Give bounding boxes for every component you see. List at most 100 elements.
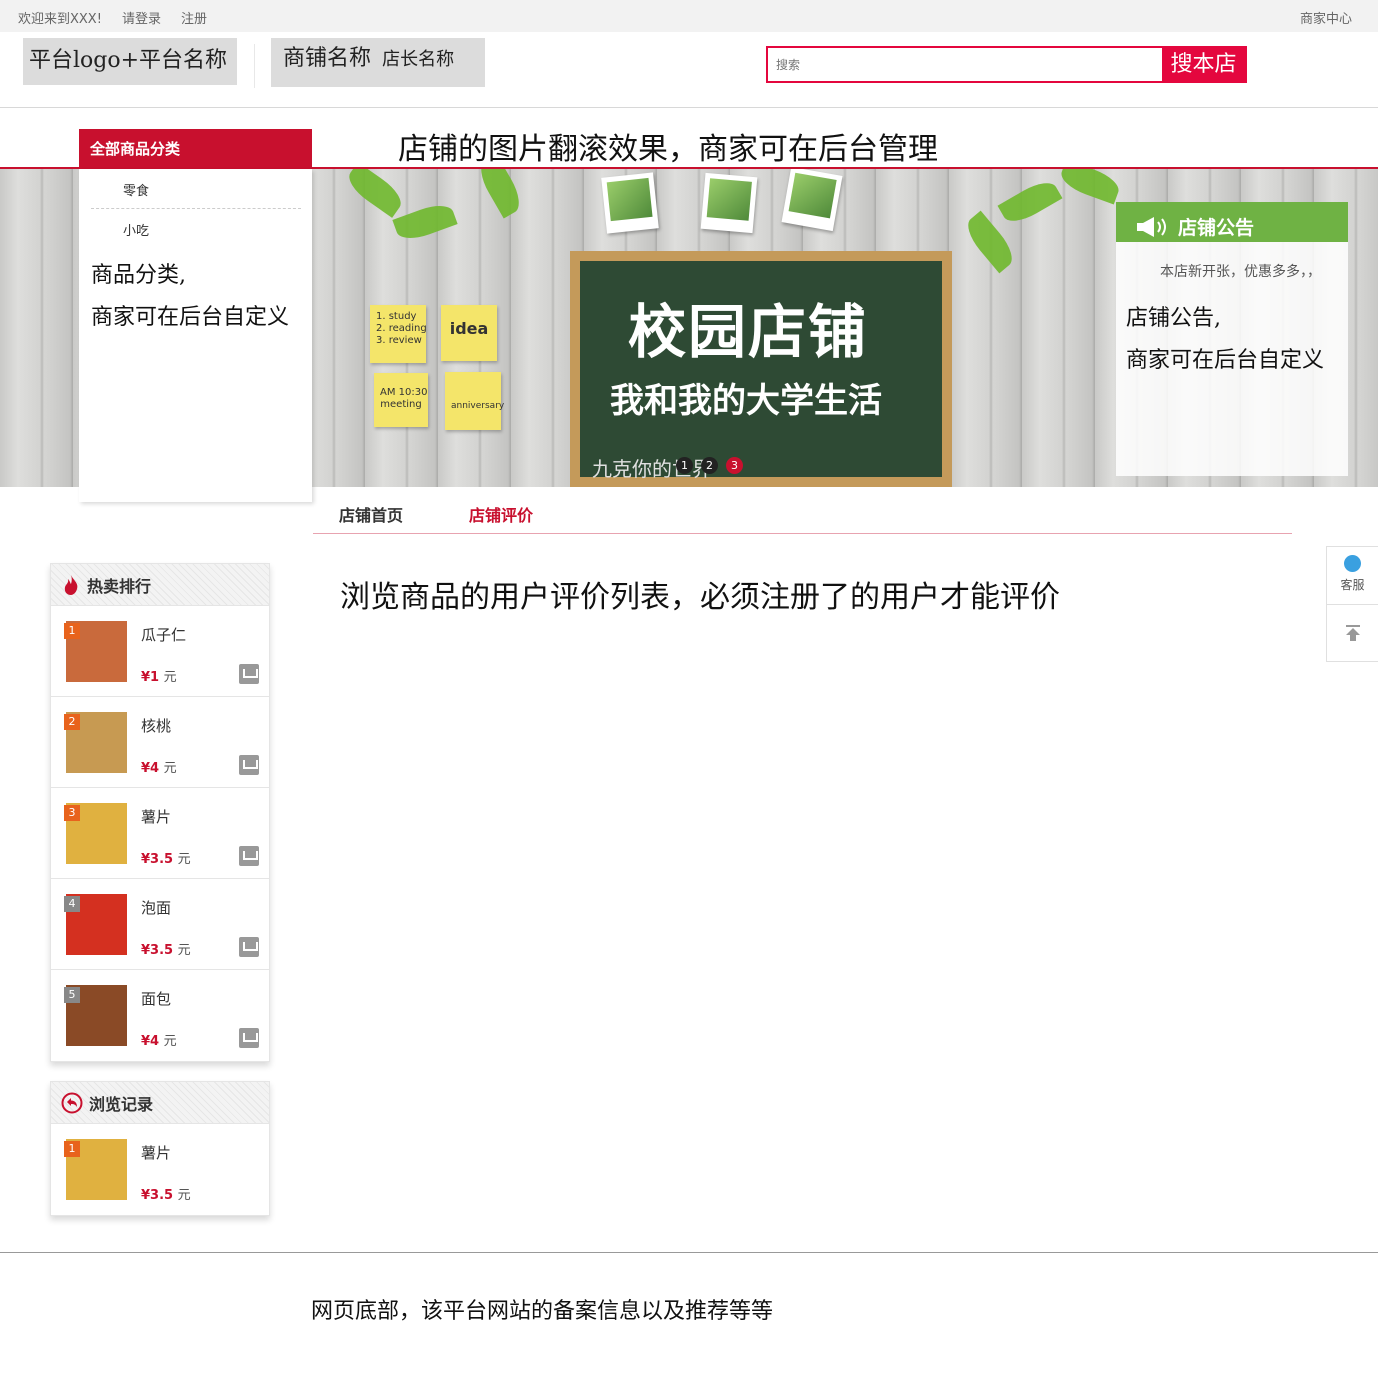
price-value: ¥1: [141, 670, 160, 685]
all-categories-header[interactable]: 全部商品分类: [79, 129, 312, 168]
browse-history-list: 1 薯片 ¥3.5 元: [51, 1124, 269, 1215]
add-to-cart-icon[interactable]: [239, 846, 259, 866]
leaf-decoration: [342, 169, 408, 218]
photo-decoration: [781, 169, 843, 232]
product-item[interactable]: 2 核桃 ¥4 元: [51, 697, 269, 788]
product-name[interactable]: 泡面: [141, 897, 171, 918]
welcome-text: 欢迎来到XXX!: [18, 12, 102, 27]
search-bar: 搜本店: [766, 46, 1247, 83]
product-name[interactable]: 薯片: [141, 1142, 171, 1163]
sticky-note: 1. study 2. reading 3. review: [370, 305, 427, 363]
product-name[interactable]: 核桃: [141, 715, 171, 736]
rank-badge: 3: [64, 805, 80, 821]
customer-service-label: 客服: [1340, 578, 1365, 592]
sticky-note: AM 10:30 meeting: [374, 373, 428, 427]
price-value: ¥3.5: [141, 852, 174, 867]
platform-logo[interactable]: 平台logo+平台名称: [23, 38, 237, 85]
top-bar: 欢迎来到XXX! 请登录 注册 商家中心: [0, 0, 1378, 32]
add-to-cart-icon[interactable]: [239, 937, 259, 957]
search-shop-button[interactable]: 搜本店: [1162, 48, 1245, 81]
product-name[interactable]: 薯片: [141, 806, 171, 827]
photo-decoration: [700, 172, 758, 234]
price-unit: 元: [177, 852, 191, 867]
hot-ranking-title: 热卖排行: [87, 576, 152, 596]
rank-badge: 1: [64, 623, 80, 639]
login-link[interactable]: 请登录: [122, 8, 161, 27]
hot-ranking-list: 1 瓜子仁 ¥1 元 2 核桃 ¥4 元 3 薯片 ¥3.5 元 4 泡面 ¥3.5 元 5 面包 ¥4 元: [51, 606, 269, 1061]
sticky-note: idea: [441, 305, 497, 361]
category-note-line: 商品分类,: [91, 263, 186, 288]
carousel-dot-active[interactable]: 3: [726, 457, 743, 474]
notice-header: 店铺公告: [1116, 202, 1348, 242]
browse-history-panel: 浏览记录 1 薯片 ¥3.5 元: [50, 1081, 270, 1216]
notice-note-line: 店铺公告,: [1126, 306, 1221, 331]
add-to-cart-icon[interactable]: [239, 755, 259, 775]
chat-icon: [1344, 555, 1361, 572]
rank-badge: 2: [64, 714, 80, 730]
chalkboard-title: 校园店铺: [628, 298, 869, 366]
top-bar-left: 欢迎来到XXX! 请登录 注册: [18, 8, 207, 27]
product-price: ¥3.5 元: [141, 848, 191, 867]
notice-title: 店铺公告: [1178, 217, 1255, 239]
fire-icon: [64, 574, 78, 595]
tab-shop-reviews[interactable]: 店铺评价: [469, 502, 533, 526]
category-item-light-food[interactable]: 小吃: [123, 220, 149, 239]
customer-service-button[interactable]: 客服: [1327, 547, 1378, 605]
back-to-top-button[interactable]: [1327, 605, 1378, 661]
price-value: ¥4: [141, 1034, 160, 1049]
price-value: ¥4: [141, 761, 160, 776]
header-divider-line: [0, 107, 1378, 108]
category-note: 商品分类, 商家可在后台自定义: [91, 255, 289, 339]
footer-divider: [0, 1252, 1378, 1253]
notice-note: 店铺公告, 商家可在后台自定义: [1116, 288, 1348, 382]
product-item[interactable]: 3 薯片 ¥3.5 元: [51, 788, 269, 879]
carousel-dot[interactable]: 2: [701, 457, 718, 474]
sticky-note: anniversary: [445, 372, 504, 430]
price-unit: 元: [177, 1188, 191, 1203]
product-price: ¥3.5 元: [141, 1184, 191, 1203]
owner-name: 店长名称: [382, 49, 455, 70]
rank-badge: 1: [64, 1141, 80, 1157]
price-unit: 元: [177, 943, 191, 958]
tab-shop-home[interactable]: 店铺首页: [339, 502, 403, 526]
product-price: ¥1 元: [141, 666, 177, 685]
photo-decoration: [601, 172, 659, 234]
merchant-center-link[interactable]: 商家中心: [1300, 8, 1352, 27]
product-name[interactable]: 瓜子仁: [141, 624, 186, 645]
category-note-line: 商家可在后台自定义: [91, 305, 290, 330]
register-link[interactable]: 注册: [181, 8, 207, 27]
review-list-note: 浏览商品的用户评价列表，必须注册了的用户才能评价: [340, 580, 1060, 615]
product-item[interactable]: 1 瓜子仁 ¥1 元: [51, 606, 269, 697]
chalkboard-subtitle: 我和我的大学生活: [610, 381, 882, 421]
product-item[interactable]: 5 面包 ¥4 元: [51, 970, 269, 1061]
product-price: ¥4 元: [141, 1030, 177, 1049]
leaf-decoration: [392, 199, 458, 245]
notice-note-line: 商家可在后台自定义: [1126, 348, 1325, 373]
carousel-dots: 1 2 3: [676, 457, 743, 474]
leaf-decoration: [473, 169, 527, 219]
notice-text: 本店新开张，优惠多多，，: [1160, 264, 1321, 280]
leaf-decoration: [1057, 169, 1123, 205]
product-item[interactable]: 1 薯片 ¥3.5 元: [51, 1124, 269, 1215]
category-item-snacks[interactable]: 零食: [123, 180, 149, 199]
add-to-cart-icon[interactable]: [239, 664, 259, 684]
header-divider: [254, 44, 255, 88]
arrow-up-icon: [1345, 625, 1360, 641]
banner-caption: 店铺的图片翻滚效果，商家可在后台管理: [398, 132, 938, 167]
search-input[interactable]: [768, 48, 1162, 81]
shop-tabs: 店铺首页 店铺评价: [313, 500, 1292, 534]
chalkboard: 校园店铺 我和我的大学生活 九克你的世界: [570, 251, 952, 487]
add-to-cart-icon[interactable]: [239, 1028, 259, 1048]
category-divider: [91, 208, 301, 209]
price-unit: 元: [163, 761, 177, 776]
product-price: ¥3.5 元: [141, 939, 191, 958]
leaf-decoration: [997, 175, 1063, 229]
shop-info: 商铺名称 店长名称: [271, 38, 485, 87]
back-arrow-icon: [61, 1092, 83, 1113]
price-unit: 元: [163, 670, 177, 685]
carousel-dot[interactable]: 1: [676, 457, 693, 474]
footer-text: 网页底部，该平台网站的备案信息以及推荐等等: [311, 1299, 774, 1324]
product-item[interactable]: 4 泡面 ¥3.5 元: [51, 879, 269, 970]
product-name[interactable]: 面包: [141, 988, 171, 1009]
rank-badge: 5: [64, 987, 80, 1003]
